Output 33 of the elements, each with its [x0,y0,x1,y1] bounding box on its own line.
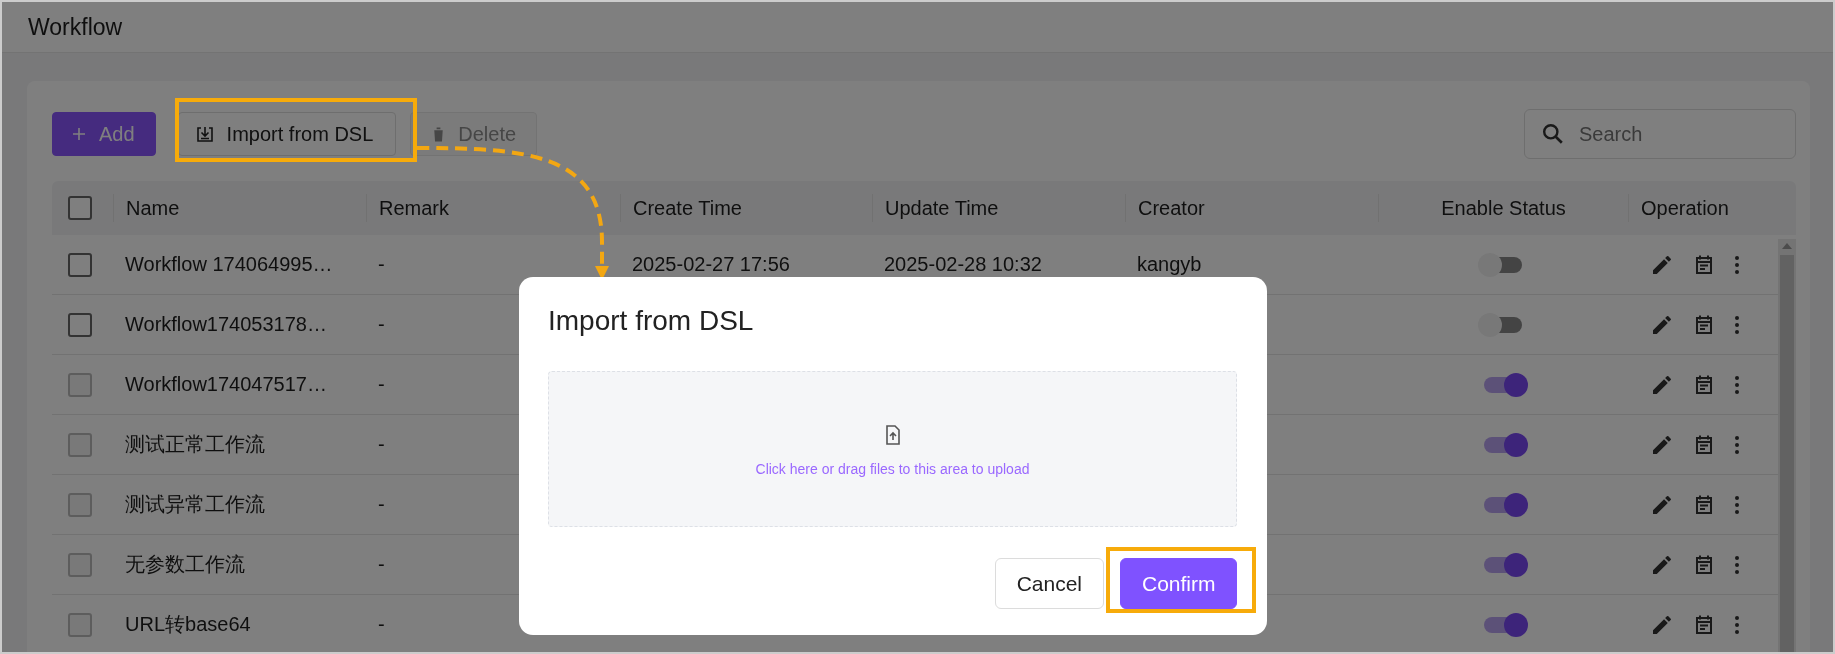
table-cell: 2025-02-28 10:32 [884,253,1042,276]
table-cell: - [378,253,385,276]
table-cell: - [378,553,385,576]
upload-area[interactable]: Click here or drag files to this area to upload [548,371,1237,527]
table-cell-text: 测试正常工作流 [125,432,265,457]
table-cell: 2025-02-27 17:56 [632,253,790,276]
table-cell: - [378,373,385,396]
table-cell: Workflow 174064995… [125,253,333,276]
column-header: Creator [1138,196,1205,220]
cancel-button[interactable]: Cancel [994,558,1104,609]
column-header: Create Time [633,196,742,220]
column-header: Operation [1641,196,1729,220]
table-cell-text: 测试异常工作流 [125,492,265,517]
dialog-title: Import from DSL [548,305,755,338]
table-cell-text: 无参数工作流 [125,552,245,577]
confirm-button[interactable]: Confirm [1120,558,1237,609]
table-cell: Workflow174047517… [125,373,327,396]
column-header: Enable Status [1441,196,1566,220]
table-cell: - [378,493,385,516]
table-cell: - [378,433,385,456]
table-cell-text: URL转base64 [125,612,251,637]
upload-hint: Click here or drag files to this area to upload [755,461,1030,477]
table-cell: - [378,313,385,336]
page-title: Workflow [28,13,123,41]
column-header: Remark [379,196,449,220]
table-cell: - [378,613,385,636]
import-button[interactable]: Import from DSL [177,112,397,156]
search-field[interactable]: Search [1524,109,1796,159]
add-button[interactable]: Add [52,112,156,156]
table-cell: Workflow174053178… [125,313,327,336]
column-header: Update Time [885,196,999,220]
table-cell: kangyb [1137,253,1202,276]
column-header: Name [126,196,180,220]
